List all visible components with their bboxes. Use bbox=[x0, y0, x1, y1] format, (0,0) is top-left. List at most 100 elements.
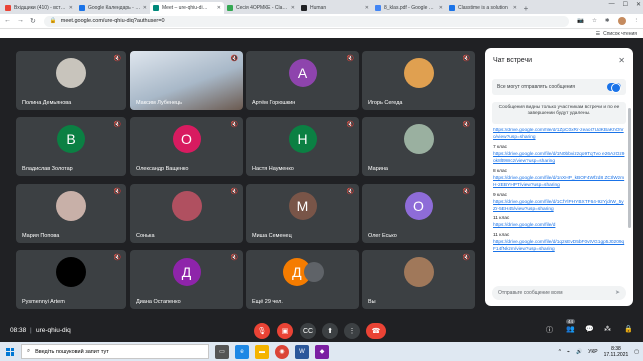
mic-muted-icon: 🔇 bbox=[462, 255, 470, 261]
more-options-button[interactable]: ⋮ bbox=[344, 323, 360, 339]
chat-permission-toggle[interactable] bbox=[607, 83, 621, 93]
mic-muted-icon: 🔇 bbox=[346, 56, 354, 62]
chat-message-link[interactable]: https://drive.google.com/file/d bbox=[493, 223, 625, 230]
participant-tile[interactable]: Н Настя Науменко 🔇 bbox=[246, 117, 359, 176]
chat-input[interactable]: Отправьте сообщение всем ➤ bbox=[492, 286, 626, 300]
tab-close-icon[interactable]: ✕ bbox=[143, 5, 147, 11]
browser-tab[interactable]: Meet – ure-qhiu-di… ✕ bbox=[150, 2, 224, 14]
url-field[interactable]: 🔒 meet.google.com/ure-qhiu-diq?authuser=… bbox=[43, 15, 570, 27]
participant-name: Миша Семенец bbox=[252, 233, 292, 239]
mic-muted-icon: 🔇 bbox=[113, 255, 121, 261]
start-button[interactable] bbox=[3, 342, 17, 361]
volume-icon[interactable]: 🔊 bbox=[576, 349, 582, 355]
end-call-button[interactable]: ☎ bbox=[366, 323, 386, 339]
participant-tile[interactable]: М Миша Семенец 🔇 bbox=[246, 184, 359, 243]
send-icon[interactable]: ➤ bbox=[615, 289, 620, 296]
menu-icon[interactable]: ⋮ bbox=[634, 18, 640, 24]
participant-tile[interactable]: A Артём Горюшкин 🔇 bbox=[246, 51, 359, 110]
captions-button[interactable]: CC bbox=[300, 323, 316, 339]
participant-tile[interactable]: В Владислав Золотар 🔇 bbox=[16, 117, 126, 176]
participant-tile[interactable]: О Олександр Ващенко 🔇 bbox=[130, 117, 243, 176]
browser-tab[interactable]: Google Календарь - ла… ✕ bbox=[76, 2, 150, 14]
activities-icon[interactable]: ⁂ bbox=[604, 325, 611, 333]
chat-message-link[interactable]: https://drive.google.com/file/d/1ZpC0xRr… bbox=[493, 128, 625, 142]
mic-muted-icon: 🔇 bbox=[346, 189, 354, 195]
extensions-icon[interactable]: ✱ bbox=[605, 18, 610, 24]
chrome-icon[interactable]: ◉ bbox=[275, 344, 289, 359]
minimize-icon[interactable]: — bbox=[609, 1, 615, 8]
file-explorer-icon[interactable]: ▬ bbox=[255, 344, 269, 359]
participant-tile[interactable]: Д Ещё 29 чел. bbox=[246, 250, 359, 309]
tray-arrow-icon[interactable]: ^ bbox=[559, 349, 561, 355]
meet-area: Полина Демьянова 🔇 Максим Лубенець 🔇 A Артём … bbox=[0, 38, 643, 342]
participant-photo bbox=[403, 58, 434, 88]
participant-tile[interactable]: Pysmennyi Artem 🔇 bbox=[16, 250, 126, 309]
browser-tab[interactable]: Classtime is a solution ✕ bbox=[446, 2, 520, 14]
participant-tile[interactable]: Вы 🔇 bbox=[362, 250, 475, 309]
browser-tab[interactable]: Сесія 4ОРМКЕ - Clas… ✕ bbox=[224, 2, 298, 14]
participant-tile[interactable]: Полина Демьянова 🔇 bbox=[16, 51, 126, 110]
new-tab-button[interactable]: + bbox=[520, 2, 532, 14]
reload-icon[interactable]: ↻ bbox=[30, 17, 36, 25]
lock-host-icon[interactable]: 🔒 bbox=[624, 325, 633, 333]
participant-photo bbox=[403, 124, 434, 154]
chat-icon[interactable]: 💬 bbox=[585, 325, 594, 333]
edge-icon[interactable]: e bbox=[235, 344, 249, 359]
browser-tab[interactable]: Вхідщики (410) - вст… ✕ bbox=[2, 2, 76, 14]
app-icon[interactable]: ◆ bbox=[315, 344, 329, 359]
tab-title: Human bbox=[310, 5, 327, 11]
mic-muted-icon: 🔇 bbox=[113, 189, 121, 195]
mic-muted-icon: 🔇 bbox=[113, 56, 121, 62]
tab-close-icon[interactable]: ✕ bbox=[69, 5, 73, 11]
camera-off-button[interactable]: ▣ bbox=[277, 323, 293, 339]
maximize-icon[interactable]: ☐ bbox=[623, 1, 628, 8]
lock-icon: 🔒 bbox=[49, 18, 57, 24]
participant-name: Артём Горюшкин bbox=[252, 100, 296, 106]
participant-tile[interactable]: Марина 🔇 bbox=[362, 117, 475, 176]
present-button[interactable]: ⬆ bbox=[322, 323, 338, 339]
info-icon[interactable]: ⓘ bbox=[546, 325, 553, 335]
close-window-icon[interactable]: ✕ bbox=[636, 1, 641, 8]
participant-tile[interactable]: Сонька 🔇 bbox=[130, 184, 243, 243]
participant-name: Олександр Ващенко bbox=[136, 166, 189, 172]
participant-count-badge: 44 bbox=[566, 319, 576, 324]
chat-message-link[interactable]: https://drive.google.com/file/d/1nXHP_kB… bbox=[493, 176, 625, 190]
participant-tile[interactable]: О Олег Есько 🔇 bbox=[362, 184, 475, 243]
notifications-icon[interactable]: ▢ bbox=[634, 349, 639, 355]
chat-message-link[interactable]: https://drive.google.com/file/d/1q2sEvD5… bbox=[493, 240, 625, 254]
network-icon[interactable]: ⌁ bbox=[567, 349, 570, 355]
participant-tile[interactable]: Игорь Сегеда 🔇 bbox=[362, 51, 475, 110]
tab-close-icon[interactable]: ✕ bbox=[439, 5, 443, 11]
participant-tile[interactable]: Максим Лубенець 🔇 bbox=[130, 51, 243, 110]
participant-tile[interactable]: Мария Попова 🔇 bbox=[16, 184, 126, 243]
participant-photo bbox=[56, 58, 86, 88]
mic-off-button[interactable]: 🎙 bbox=[254, 323, 270, 339]
chat-scrollbar[interactable] bbox=[628, 108, 631, 228]
task-view-icon[interactable]: ▭ bbox=[215, 344, 229, 359]
language-indicator[interactable]: УКР bbox=[588, 349, 597, 355]
tab-close-icon[interactable]: ✕ bbox=[291, 5, 295, 11]
back-icon[interactable]: ← bbox=[4, 17, 11, 25]
mic-muted-icon: 🔇 bbox=[230, 56, 238, 62]
reading-list-label[interactable]: Список чтения bbox=[603, 31, 637, 37]
taskbar-search[interactable]: ⌕ Введіть пошуковий запит тут bbox=[21, 344, 209, 359]
browser-tab[interactable]: 8_klas.pdf - Google Д… ✕ bbox=[372, 2, 446, 14]
star-icon[interactable]: ☆ bbox=[592, 18, 597, 24]
forward-icon[interactable]: → bbox=[17, 17, 24, 25]
chat-message-link[interactable]: https://drive.google.com/file/d/1N0bbviz… bbox=[493, 152, 625, 166]
participant-avatar: Д bbox=[172, 258, 201, 286]
chat-messages: https://drive.google.com/file/d/1ZpC0xRr… bbox=[493, 128, 625, 286]
camera-icon[interactable]: 📷 bbox=[577, 18, 584, 24]
participant-tile[interactable]: Д Диана Остапенко 🔇 bbox=[130, 250, 243, 309]
tab-close-icon[interactable]: ✕ bbox=[513, 5, 517, 11]
people-icon[interactable]: 👥 bbox=[566, 325, 575, 333]
browser-tab[interactable]: Human ✕ bbox=[298, 2, 372, 14]
close-icon[interactable]: ✕ bbox=[618, 56, 625, 65]
tab-close-icon[interactable]: ✕ bbox=[365, 5, 369, 11]
profile-avatar[interactable] bbox=[617, 17, 626, 25]
word-icon[interactable]: W bbox=[295, 344, 309, 359]
tab-close-icon[interactable]: ✕ bbox=[217, 5, 221, 11]
clock[interactable]: 8:38 17.11.2021 bbox=[604, 346, 629, 358]
chat-message-link[interactable]: https://drive.google.com/file/d/1CfYlPHY… bbox=[493, 200, 625, 214]
chat-message-gap bbox=[493, 254, 625, 257]
